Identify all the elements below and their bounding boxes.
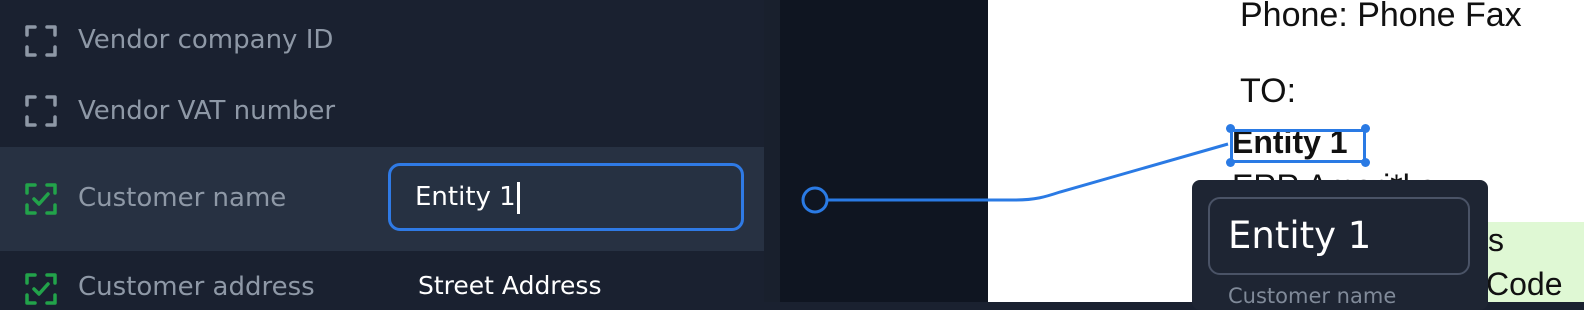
value-popup: Entity 1 Customer name [1192, 180, 1488, 310]
document-line-to: TO: [1240, 72, 1297, 110]
customer-address-value[interactable]: Street Address [418, 270, 601, 302]
field-label: Vendor VAT number [78, 96, 336, 126]
field-row-customer-address[interactable]: Customer address [0, 258, 764, 305]
document-highlight-text: s [1488, 222, 1504, 258]
document-line-phone: Phone: Phone Fax [1240, 0, 1522, 34]
field-label: Customer name [78, 183, 287, 213]
customer-name-input[interactable]: Entity 1 [388, 163, 744, 231]
fields-panel: Vendor company ID Vendor VAT number Cust… [0, 0, 780, 305]
customer-name-input-value: Entity 1 [415, 182, 516, 212]
text-caret [516, 181, 520, 214]
scrollbar-track[interactable] [764, 0, 780, 302]
field-label: Customer address [78, 272, 315, 302]
popup-value-field[interactable]: Entity 1 [1208, 197, 1470, 275]
scan-frame-icon [25, 95, 57, 127]
selection-handle[interactable] [1361, 124, 1370, 133]
selection-handle[interactable] [1226, 158, 1235, 167]
field-row-vendor-company-id[interactable]: Vendor company ID [0, 8, 764, 72]
field-row-vendor-vat-number[interactable]: Vendor VAT number [0, 78, 764, 142]
field-label: Vendor company ID [78, 25, 334, 55]
selection-handle[interactable] [1361, 158, 1370, 167]
scan-check-icon [25, 183, 57, 215]
selection-box[interactable] [1230, 129, 1366, 163]
scan-check-icon [25, 273, 57, 305]
selection-handle[interactable] [1226, 124, 1235, 133]
scan-frame-icon [25, 25, 57, 57]
connector-gutter [780, 0, 988, 302]
popup-caption: Customer name [1228, 284, 1397, 308]
document-highlight-text: Code [1486, 266, 1563, 302]
